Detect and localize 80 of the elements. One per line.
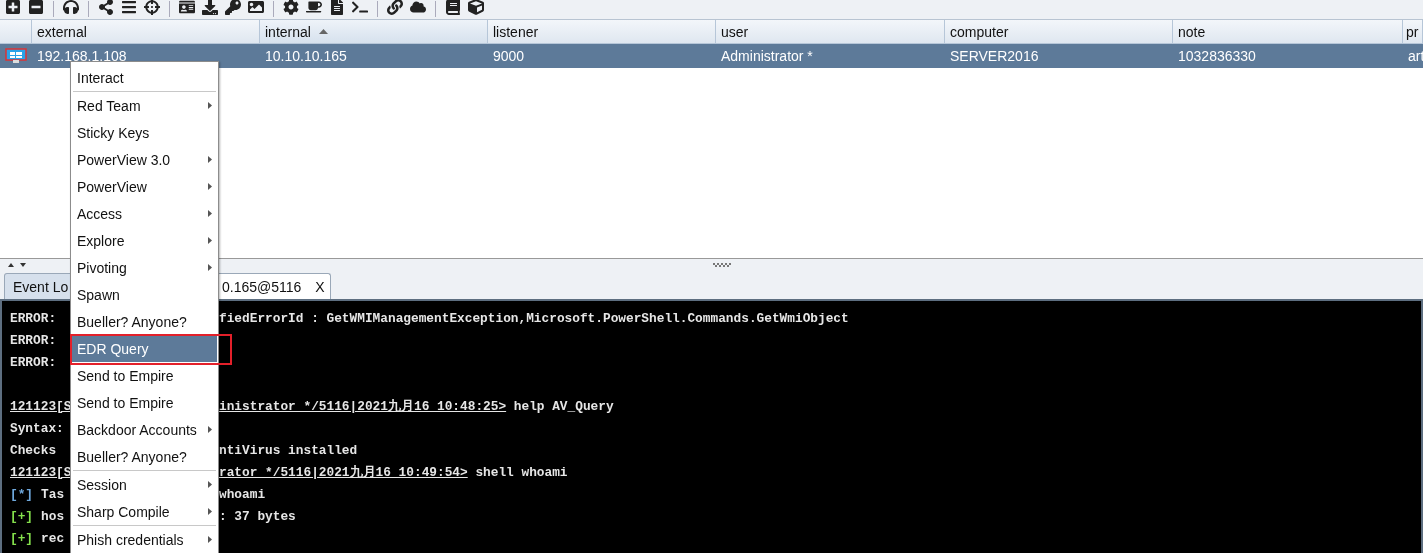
column-header[interactable]: internal [260,20,488,44]
menu-item[interactable]: Bueller? Anyone? [72,443,217,470]
menu-item[interactable]: Bueller? Anyone? [72,308,217,335]
table-cell-text: 9000 [492,47,526,66]
settings-icon[interactable] [283,0,299,15]
console-text: ERROR: [10,310,57,326]
console-prompt: inistrator */5116|2021九月16 10:48:25> [219,397,507,415]
key-icon[interactable] [225,0,241,15]
coffee-cup-icon[interactable] [306,0,322,15]
console-text: Tas [41,486,65,502]
link-icon[interactable] [387,0,403,15]
menu-item[interactable]: Backdoor Accounts [72,416,217,443]
status-tag: [*] [10,486,34,502]
console-text: ntiVirus installed [219,442,358,458]
id-card-icon[interactable] [179,0,195,15]
submenu-arrow-icon [208,426,212,433]
column-header[interactable]: external [32,20,260,44]
console-text: Checks [10,442,57,458]
menu-item[interactable]: Sharp Compile [72,498,217,525]
menu-item[interactable]: Explore [72,227,217,254]
submenu-arrow-icon [208,508,212,515]
console-text: ERROR: [10,332,57,348]
console-text: 121123[S [10,398,72,414]
table-cell-text: 192.168.1.108 [36,47,128,66]
menu-item[interactable]: PowerView [72,173,217,200]
console-text: 121123[S [10,464,72,480]
menu-item[interactable]: Send to Empire [72,389,217,416]
column-header[interactable]: user [716,20,945,44]
table-cell-text: 10.10.10.165 [264,47,348,66]
column-header[interactable]: note [1173,20,1403,44]
image-icon[interactable] [248,0,264,15]
close-tab-button[interactable]: X [315,278,325,295]
document-icon[interactable] [329,0,345,15]
submenu-arrow-icon [208,210,212,217]
console-text: hos [41,508,65,524]
table-cell-text: 1032836330 [1177,47,1257,66]
sort-arrow-icon [318,29,328,34]
menu-item[interactable]: PowerView 3.0 [72,146,217,173]
menu-item[interactable]: Phish credentials [72,526,217,553]
menu-item[interactable]: Access [72,200,217,227]
menu-item[interactable]: Send to Empire [72,362,217,389]
console-prompt: rator */5116|2021九月16 10:49:54> [219,463,468,481]
book-icon[interactable] [445,0,461,15]
headphones-icon[interactable] [63,0,79,15]
table-cell-text: Administrator * [720,47,814,66]
column-header[interactable]: computer [945,20,1173,44]
collapse-arrows-icon [8,262,28,268]
status-tag: [+] [10,530,34,546]
menu-item[interactable]: Red Team [72,92,217,119]
terminal-icon[interactable] [352,0,368,15]
cloud-icon[interactable] [410,0,426,15]
console-text: fiedErrorId : GetWMIManagementException,Microsoft.PowerShell.Commands.GetWmiObject [219,310,849,326]
submenu-arrow-icon [208,183,212,190]
resize-grip-icon[interactable] [712,263,731,267]
submenu-arrow-icon [208,536,212,543]
submenu-arrow-icon [208,237,212,244]
console-command: help AV_Query [512,398,614,414]
menu-item[interactable]: EDR Query [72,335,217,362]
status-tag: [+] [10,508,34,524]
crosshair-icon[interactable] [144,0,160,15]
console-text: whoami [219,486,266,502]
table-cell-text: SERVER2016 [949,47,1040,66]
list-icon[interactable] [121,0,137,15]
console-command: shell whoami [474,464,568,480]
column-header[interactable]: pr [1403,20,1423,44]
monitor-icon [5,48,27,64]
submenu-arrow-icon [208,264,212,271]
console-text: ERROR: [10,354,57,370]
menu-item[interactable]: Sticky Keys [72,119,217,146]
console-text: : 37 bytes [219,508,296,524]
submenu-arrow-icon [208,156,212,163]
cube-icon[interactable] [468,0,484,15]
share-nodes-icon[interactable] [98,0,114,15]
download-icon[interactable] [202,0,218,15]
column-header[interactable]: listener [488,20,716,44]
submenu-arrow-icon [208,102,212,109]
menu-item[interactable]: Session [72,471,217,498]
submenu-arrow-icon [208,481,212,488]
console-text: rec [41,530,65,546]
console-text: Syntax: [10,420,64,436]
